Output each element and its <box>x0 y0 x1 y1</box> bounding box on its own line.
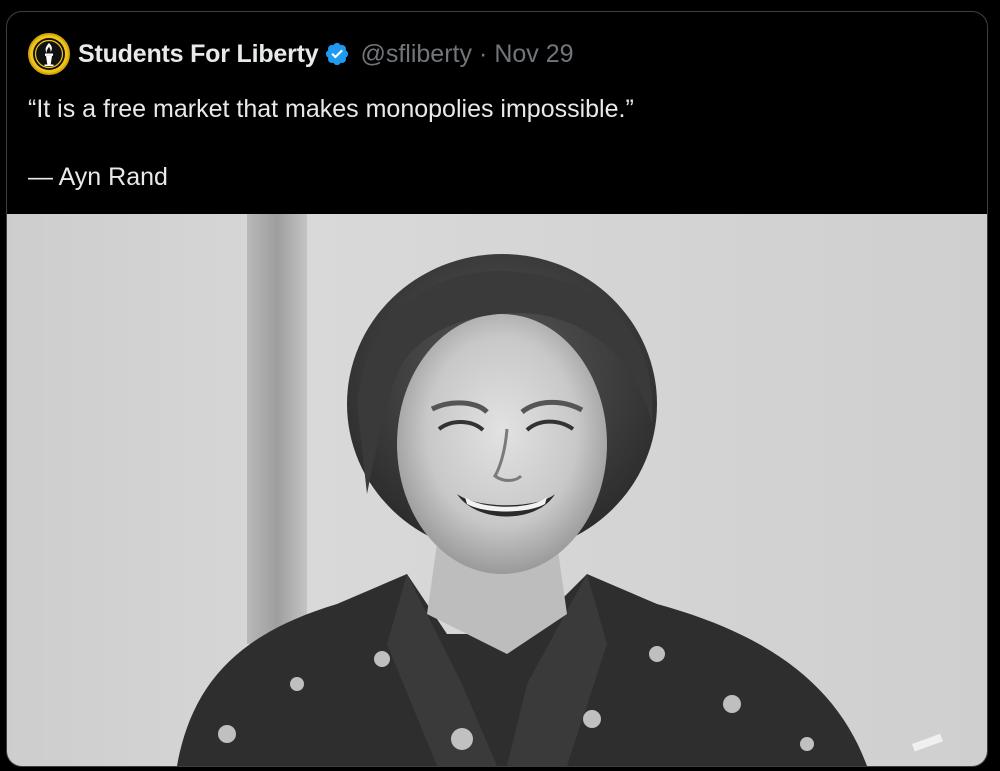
handle[interactable]: @sfliberty <box>360 40 472 69</box>
tweet-date[interactable]: Nov 29 <box>494 40 573 69</box>
tweet-attribution: — Ayn Rand <box>28 163 168 191</box>
separator-dot: · <box>478 39 488 68</box>
tweet-card[interactable]: Students For Liberty @sfliberty · Nov 29… <box>6 11 988 767</box>
display-name[interactable]: Students For Liberty <box>78 40 319 69</box>
torch-logo-icon <box>33 38 65 70</box>
verified-badge-icon <box>326 42 349 66</box>
avatar[interactable] <box>28 33 70 75</box>
tweet-header: Students For Liberty @sfliberty · Nov 29 <box>28 32 574 76</box>
tweet-media-photo[interactable] <box>7 214 987 766</box>
tweet-quote: “It is a free market that makes monopoli… <box>28 95 634 123</box>
tweet-text: “It is a free market that makes monopoli… <box>28 92 968 194</box>
